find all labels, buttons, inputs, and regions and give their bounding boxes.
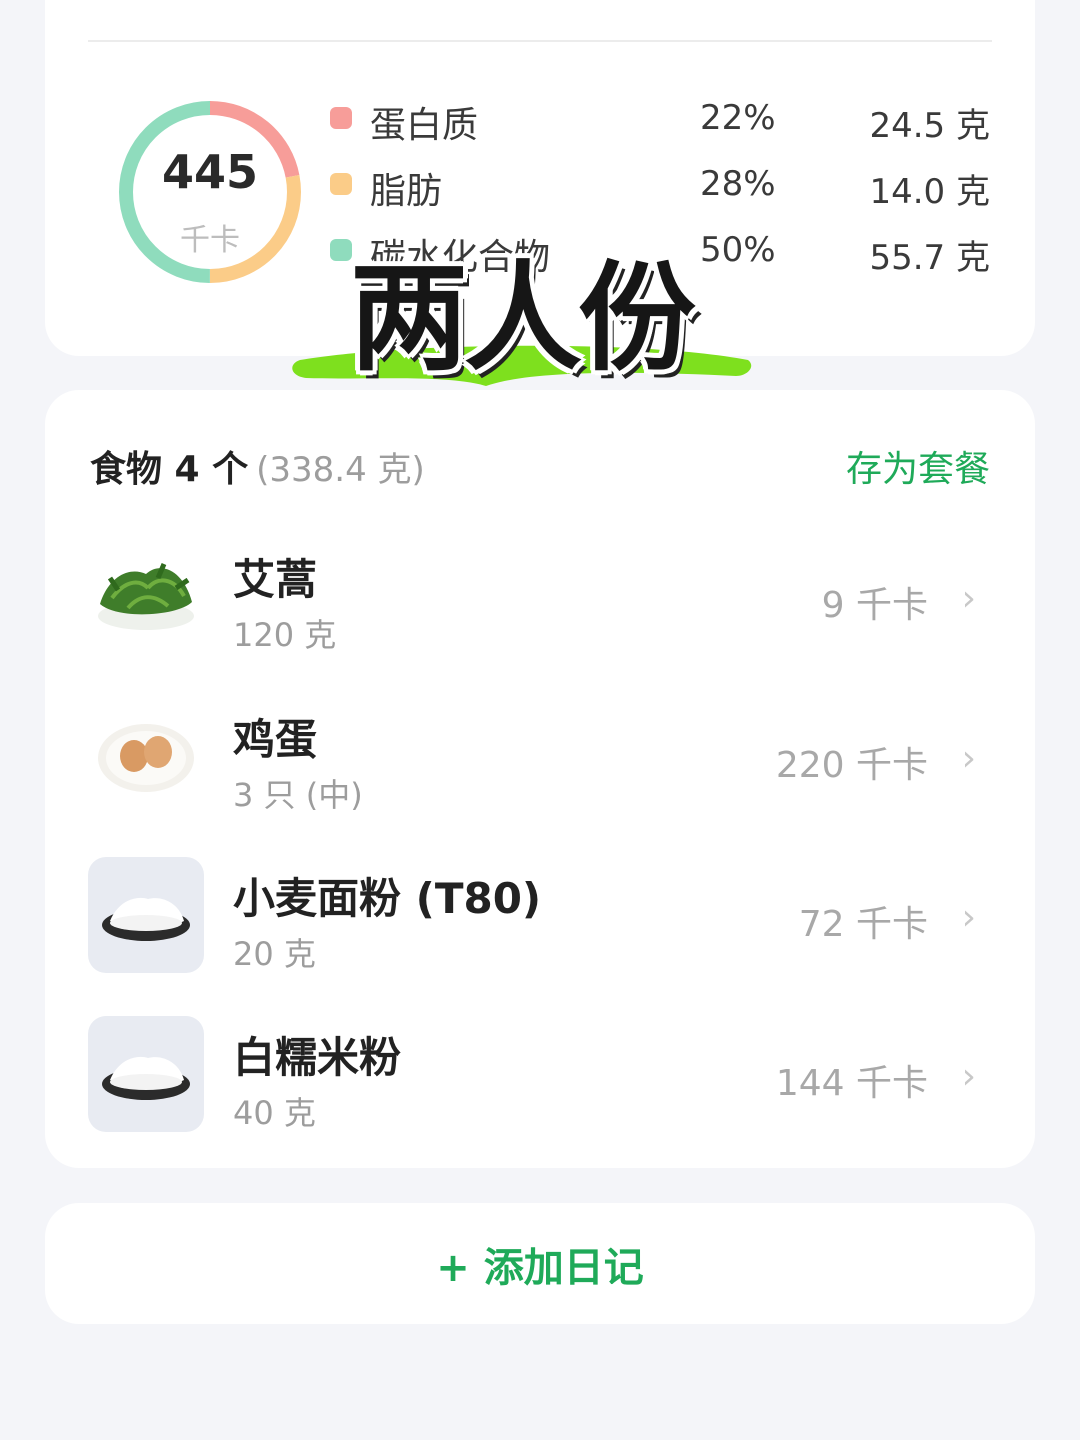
food-kcal: 72 千卡 [798,904,928,945]
egg-image [88,698,204,814]
divider [88,40,992,42]
macro-name: 脂肪 [370,171,443,212]
food-amount: 3 只 (中) [233,776,363,814]
food-list-header: 食物 4 个 (338.4 克) 存为套餐 [90,440,990,490]
overlay-title: 两人份 [350,249,696,387]
food-list-card: 食物 4 个(338.4 克) 存为套餐 艾蒿 120 克 9 千卡 › 鸡蛋 [45,390,1035,1168]
mugwort-image [88,538,204,654]
add-diary-card: + 添加日记 [45,1203,1035,1324]
protein-color-dot [330,107,352,129]
fat-color-dot [330,173,352,195]
macro-grams: 55.7 克 [869,238,990,278]
food-count-label: 食物 4 个 [90,449,249,490]
food-item-wheat-flour[interactable]: 小麦面粉 (T80) 20 克 72 千卡 › [88,857,988,977]
food-name: 白糯米粉 [233,1033,402,1082]
food-kcal: 220 千卡 [775,745,928,786]
chevron-right-icon: › [961,738,976,779]
food-item-egg[interactable]: 鸡蛋 3 只 (中) 220 千卡 › [88,698,988,818]
food-amount: 120 克 [233,616,337,654]
food-kcal: 144 千卡 [775,1063,928,1104]
macro-row-fat: 脂肪 28% 14.0 克 [330,159,990,212]
wheat-flour-image [88,857,204,973]
food-name: 艾蒿 [233,555,318,604]
save-as-meal-button[interactable]: 存为套餐 [846,440,990,492]
food-amount: 20 克 [233,935,316,973]
chevron-right-icon: › [961,897,976,938]
macro-percent: 22% [700,98,776,138]
food-item-mugwort[interactable]: 艾蒿 120 克 9 千卡 › [88,538,988,658]
macro-grams: 24.5 克 [869,106,990,146]
carbs-color-dot [330,239,352,261]
add-diary-button[interactable]: + 添加日记 [436,1235,643,1293]
calorie-ring: 445 千卡 [115,97,305,287]
macro-percent: 28% [700,164,776,204]
macro-name: 蛋白质 [370,105,479,146]
glutinous-rice-flour-image [88,1016,204,1132]
chevron-right-icon: › [961,1056,976,1097]
kcal-value: 445 [161,145,259,199]
kcal-unit: 千卡 [180,223,240,258]
food-kcal: 9 千卡 [821,585,928,626]
food-amount: 40 克 [233,1094,316,1132]
chevron-right-icon: › [961,578,976,619]
macro-grams: 14.0 克 [869,172,990,212]
food-count: 食物 4 个 (338.4 克) [90,440,425,492]
macro-percent: 50% [700,230,776,270]
food-item-glutinous-rice-flour[interactable]: 白糯米粉 40 克 144 千卡 › [88,1016,988,1136]
food-name: 小麦面粉 (T80) [233,874,542,923]
food-name: 鸡蛋 [233,715,318,764]
macro-row-protein: 蛋白质 22% 24.5 克 [330,93,990,146]
food-total-weight: (338.4 克) [256,450,425,490]
